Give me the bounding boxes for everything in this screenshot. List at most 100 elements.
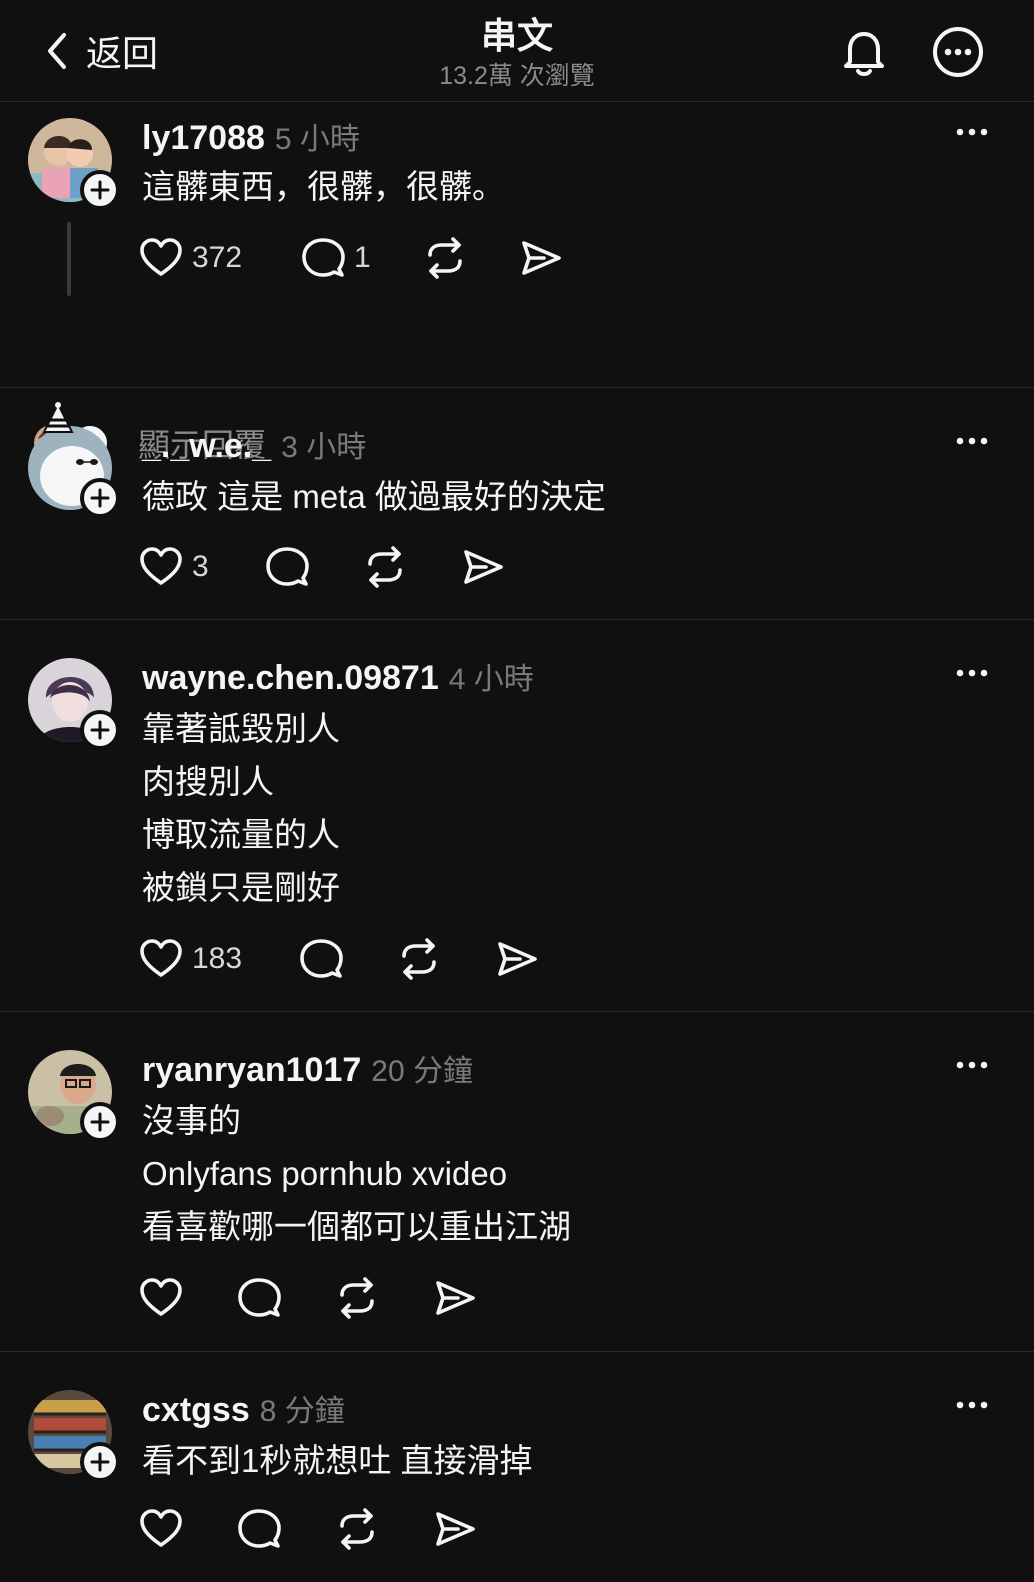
post-header: ryanryan1017 20 分鐘 [142, 1046, 473, 1090]
send-icon [436, 1512, 475, 1546]
send-icon [498, 942, 537, 976]
username[interactable]: ly17088 [142, 119, 265, 158]
like-button[interactable]: 372 [138, 233, 242, 283]
timestamp: 8 分鐘 [259, 1395, 345, 1428]
follow-button[interactable] [80, 170, 120, 210]
repost-icon [340, 1277, 374, 1319]
post-body: 這髒東西，很髒，很髒。 [142, 160, 505, 213]
plus-icon [90, 720, 110, 740]
reply-count: 1 [354, 241, 371, 274]
comment-icon [302, 238, 345, 277]
reply-post: ly17088 5 小時 這髒東西，很髒，很髒。 372 1 顯示回覆 [0, 102, 1034, 463]
like-button[interactable]: 3 [138, 542, 209, 592]
repost-button[interactable] [396, 934, 442, 984]
like-count: 372 [192, 241, 243, 274]
more-dots-icon[interactable] [950, 431, 994, 451]
heart-icon [140, 1509, 182, 1547]
heart-icon [140, 939, 182, 977]
post-text-line: 沒事的 [142, 1102, 241, 1139]
repost-button[interactable] [362, 542, 408, 592]
like-button[interactable] [138, 1504, 184, 1554]
avatar-container [28, 1390, 120, 1482]
avatar-container [28, 402, 120, 518]
repost-button[interactable] [422, 233, 468, 283]
heart-icon [140, 1278, 182, 1316]
more-dots-icon[interactable] [950, 1055, 994, 1075]
share-button[interactable] [518, 233, 564, 283]
timestamp: 5 小時 [274, 123, 360, 156]
post-header: ly17088 5 小時 [142, 114, 360, 158]
more-dots-icon[interactable] [950, 122, 994, 142]
plus-icon [90, 180, 110, 200]
follow-button[interactable] [80, 478, 120, 518]
comment-icon [238, 1278, 281, 1317]
share-button[interactable] [494, 934, 540, 984]
repost-icon [368, 546, 402, 588]
share-button[interactable] [460, 542, 506, 592]
reply-button[interactable] [264, 542, 310, 592]
plus-icon [90, 1112, 110, 1132]
username[interactable]: _._w.e._ [142, 427, 271, 466]
heart-icon [140, 238, 182, 276]
send-icon [522, 241, 561, 275]
follow-button[interactable] [80, 710, 120, 750]
party-hat-icon [42, 402, 74, 433]
more-options-icon[interactable] [930, 24, 986, 80]
post-header: wayne.chen.09871 4 小時 [142, 654, 534, 698]
avatar-container [28, 118, 120, 210]
more-dots-icon[interactable] [950, 663, 994, 683]
username[interactable]: wayne.chen.09871 [142, 659, 439, 698]
share-button[interactable] [432, 1273, 478, 1323]
timestamp: 3 小時 [281, 431, 367, 464]
thread-line [67, 222, 71, 296]
heart-icon [140, 547, 182, 585]
repost-icon [428, 237, 462, 279]
comment-icon [238, 1509, 281, 1548]
repost-icon [402, 938, 436, 980]
reply-post: wayne.chen.09871 4 小時 靠著詆毀別人 肉搜別人 博取流量的人… [0, 620, 1034, 1012]
comment-icon [266, 547, 309, 586]
reply-button[interactable] [236, 1273, 282, 1323]
post-body: 沒事的 Onlyfans pornhub xvideo 看喜歡哪一個都可以重出江… [142, 1094, 571, 1253]
post-text-line: Onlyfans pornhub xvideo [142, 1155, 508, 1192]
post-text-line: 看喜歡哪一個都可以重出江湖 [142, 1208, 571, 1245]
repost-button[interactable] [334, 1504, 380, 1554]
repost-button[interactable] [334, 1273, 380, 1323]
reply-post: cxtgss 8 分鐘 看不到1秒就想吐 直接滑掉 [0, 1352, 1034, 1582]
reply-button[interactable] [298, 934, 344, 984]
like-button[interactable]: 183 [138, 934, 242, 984]
post-text-line: 德政 這是 meta 做過最好的決定 [142, 478, 606, 515]
like-button[interactable] [138, 1273, 184, 1323]
post-text-line: 博取流量的人 [142, 816, 340, 853]
post-text-line: 看不到1秒就想吐 直接滑掉 [142, 1442, 533, 1479]
send-icon [436, 1281, 475, 1315]
repost-icon [340, 1508, 374, 1550]
avatar-container [28, 658, 120, 750]
post-text-line: 被鎖只是剛好 [142, 869, 340, 906]
avatar-container [28, 1050, 120, 1142]
timestamp: 4 小時 [448, 663, 534, 696]
post-header: _._w.e._ 3 小時 [142, 422, 366, 466]
post-text-line: 肉搜別人 [142, 763, 274, 800]
like-count: 183 [192, 942, 243, 975]
more-dots-icon[interactable] [950, 1395, 994, 1415]
plus-icon [90, 488, 110, 508]
reply-button[interactable] [236, 1504, 282, 1554]
top-bar: 返回 串文 13.2萬 次瀏覽 [0, 0, 1034, 102]
plus-icon [90, 1452, 110, 1472]
reply-post: ryanryan1017 20 分鐘 沒事的 Onlyfans pornhub … [0, 1012, 1034, 1352]
bell-icon[interactable] [836, 24, 892, 80]
reply-button[interactable]: 1 [300, 233, 371, 283]
follow-button[interactable] [80, 1442, 120, 1482]
comment-icon [300, 939, 343, 978]
username[interactable]: cxtgss [142, 1391, 250, 1430]
reply-post: _._w.e._ 3 小時 德政 這是 meta 做過最好的決定 3 [0, 388, 1034, 620]
share-button[interactable] [432, 1504, 478, 1554]
post-body: 德政 這是 meta 做過最好的決定 [142, 470, 606, 523]
like-count: 3 [192, 550, 209, 583]
send-icon [464, 550, 503, 584]
post-body: 看不到1秒就想吐 直接滑掉 [142, 1434, 533, 1487]
post-header: cxtgss 8 分鐘 [142, 1386, 345, 1430]
follow-button[interactable] [80, 1102, 120, 1142]
username[interactable]: ryanryan1017 [142, 1051, 361, 1090]
